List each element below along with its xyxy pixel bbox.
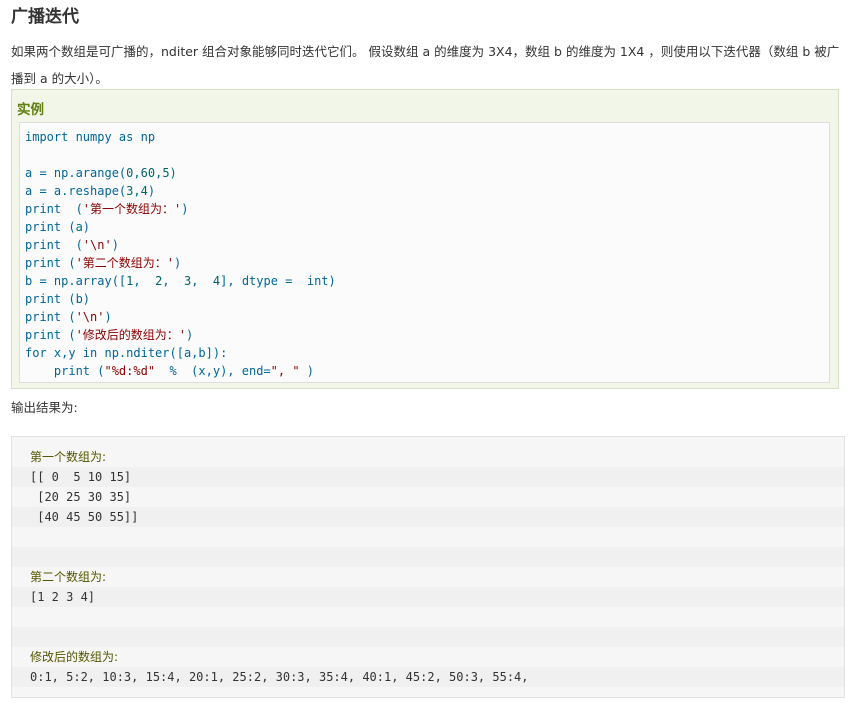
output-line: [[ 0 5 10 15] bbox=[12, 467, 844, 487]
output-line-text: 第一个数组为: bbox=[30, 450, 107, 464]
output-line: [20 25 30 35] bbox=[12, 487, 844, 507]
code-line: print ('第二个数组为：') bbox=[25, 256, 182, 270]
output-line bbox=[12, 547, 844, 567]
code-line: print ('\n') bbox=[25, 238, 119, 252]
code-line: print ('修改后的数组为：') bbox=[25, 328, 194, 342]
code-line: import numpy as np bbox=[25, 130, 156, 144]
code-line: a = a.reshape(3,4) bbox=[25, 184, 156, 198]
code-line: print ('第一个数组为：') bbox=[25, 202, 189, 216]
output-line-text: 第二个数组为: bbox=[30, 570, 107, 584]
output-line-text: [20 25 30 35] bbox=[30, 490, 132, 504]
output-line: 0:1, 5:2, 10:3, 15:4, 20:1, 25:2, 30:3, … bbox=[12, 667, 844, 687]
output-line: 第二个数组为: bbox=[12, 567, 844, 587]
code-line: print ("%d:%d" % (x,y), end=", " ) bbox=[25, 364, 315, 378]
code-line: print (a) bbox=[25, 220, 91, 234]
code-line: print (b) bbox=[25, 292, 91, 306]
intro-paragraph: 如果两个数组是可广播的，nditer 组合对象能够同时迭代它们。 假设数组 a … bbox=[11, 44, 840, 86]
output-line: 修改后的数组为: bbox=[12, 647, 844, 667]
output-label: 输出结果为: bbox=[11, 400, 78, 415]
output-line: 第一个数组为: bbox=[12, 447, 844, 467]
output-block[interactable]: 第一个数组为: [[ 0 5 10 15] [20 25 30 35] [40 4… bbox=[11, 436, 845, 698]
output-line: [1 2 3 4] bbox=[12, 587, 844, 607]
code-line: b = np.array([1, 2, 3, 4], dtype = int) bbox=[25, 274, 336, 288]
output-line: [40 45 50 55]] bbox=[12, 507, 844, 527]
code-block[interactable]: import numpy as np a = np.arange(0,60,5) a… bbox=[19, 122, 830, 383]
code-line: for x,y in np.nditer([a,b]): bbox=[25, 346, 228, 360]
example-block: 实例 import numpy as np a = np.arange(0,60,… bbox=[11, 89, 839, 389]
code-line: a = np.arange(0,60,5) bbox=[25, 166, 177, 180]
output-line-text: 0:1, 5:2, 10:3, 15:4, 20:1, 25:2, 30:3, … bbox=[30, 670, 529, 684]
page-title: 广播迭代 bbox=[11, 7, 79, 27]
output-line-text: [[ 0 5 10 15] bbox=[30, 470, 132, 484]
example-label: 实例 bbox=[17, 102, 44, 118]
output-line-text: 修改后的数组为: bbox=[30, 650, 119, 664]
output-line bbox=[12, 627, 844, 647]
output-line-text: [40 45 50 55]] bbox=[30, 510, 139, 524]
output-line-text: [1 2 3 4] bbox=[30, 590, 96, 604]
code-line: print ('\n') bbox=[25, 310, 112, 324]
